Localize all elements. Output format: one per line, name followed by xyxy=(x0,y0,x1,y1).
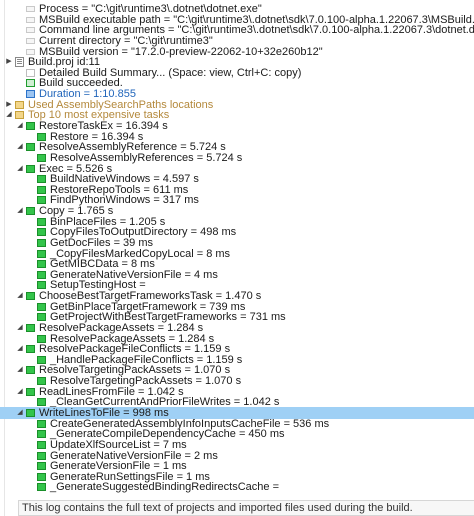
task-icon xyxy=(37,440,46,449)
task-icon xyxy=(37,419,46,428)
task-icon xyxy=(37,334,46,343)
tree-node[interactable]: _GenerateSuggestedBindingRedirectsCache … xyxy=(0,481,474,493)
task-icon xyxy=(37,175,46,184)
node-text: _GenerateSuggestedBindingRedirectsCache … xyxy=(50,481,280,494)
task-icon xyxy=(37,132,46,141)
task-icon xyxy=(37,153,46,162)
property-icon xyxy=(26,6,35,12)
task-icon xyxy=(26,143,35,152)
task-icon xyxy=(26,366,35,375)
task-icon xyxy=(37,196,46,205)
message-icon xyxy=(26,68,35,77)
info-bar: This log contains the full text of proje… xyxy=(18,500,474,516)
property-icon xyxy=(26,48,35,55)
task-icon xyxy=(37,462,46,471)
task-icon xyxy=(37,377,46,386)
task-icon xyxy=(37,472,46,481)
task-icon xyxy=(37,430,46,439)
task-icon xyxy=(26,387,35,396)
task-icon xyxy=(26,164,35,173)
task-icon xyxy=(26,207,35,215)
task-icon xyxy=(26,121,35,130)
task-icon xyxy=(37,249,46,258)
task-icon xyxy=(37,270,46,279)
property-icon xyxy=(26,16,35,23)
task-icon xyxy=(37,185,46,194)
task-icon xyxy=(26,408,35,417)
property-icon xyxy=(26,37,35,44)
task-icon xyxy=(26,345,35,354)
success-icon xyxy=(26,79,35,88)
project-icon xyxy=(15,57,24,68)
task-icon xyxy=(37,451,46,460)
task-icon xyxy=(37,260,46,269)
task-icon xyxy=(37,355,46,364)
folder-icon xyxy=(15,111,24,120)
task-icon xyxy=(37,398,46,407)
tree-node-label: _GenerateSuggestedBindingRedirectsCache … xyxy=(50,481,279,493)
task-icon xyxy=(37,281,46,290)
task-icon xyxy=(26,292,35,300)
task-icon xyxy=(37,483,46,492)
task-icon xyxy=(37,313,46,322)
property-icon xyxy=(26,27,35,34)
task-icon xyxy=(37,302,46,311)
info-text: This log contains the full text of proje… xyxy=(22,502,413,514)
duration-icon xyxy=(26,90,35,98)
task-icon xyxy=(37,228,46,237)
task-icon xyxy=(37,238,46,247)
task-icon xyxy=(37,217,46,226)
folder-icon xyxy=(15,100,24,109)
task-icon xyxy=(26,323,35,332)
